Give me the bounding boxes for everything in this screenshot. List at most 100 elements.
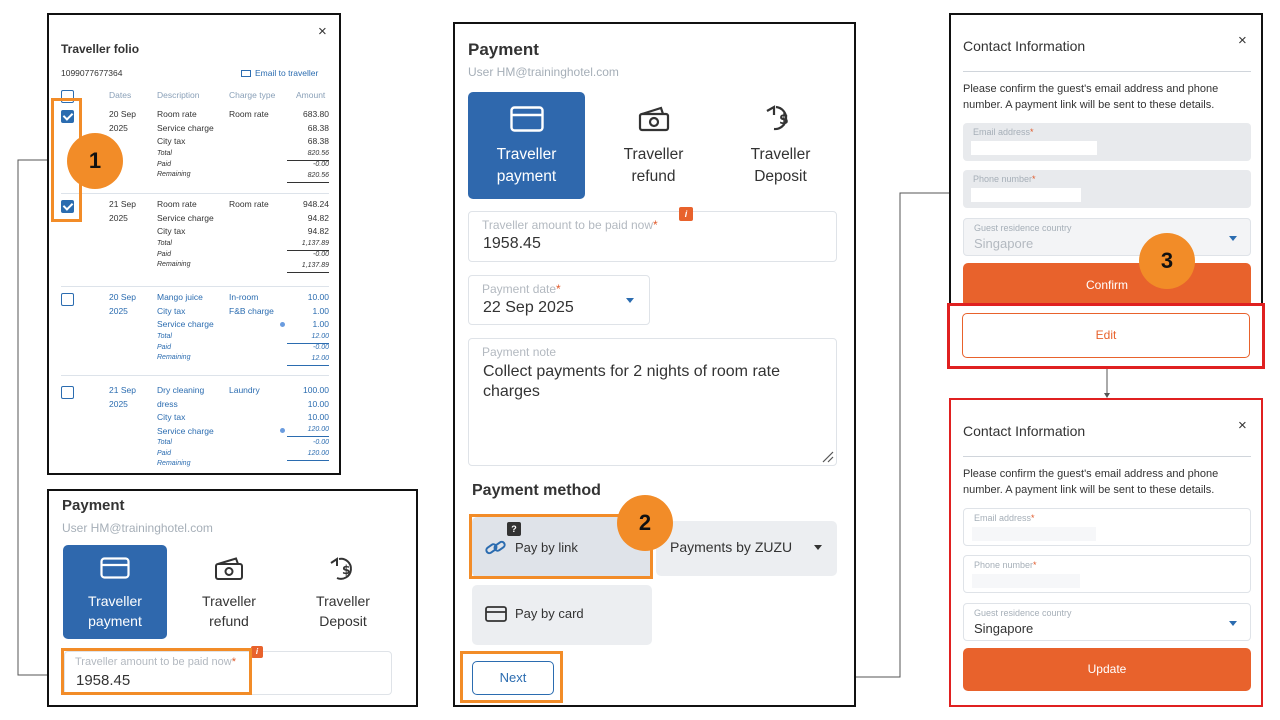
tile-label-line1: Traveller	[202, 593, 256, 609]
amount-value[interactable]: 1958.45	[483, 235, 541, 253]
email-to-traveller-label[interactable]: Email to traveller	[255, 68, 318, 78]
folio-close-icon[interactable]: ×	[318, 23, 327, 40]
row-remaining: 12.00	[287, 354, 329, 366]
payment-note-value[interactable]: Collect payments for 2 nights of room ra…	[483, 362, 823, 402]
payment-date-field[interactable]: Payment date* 22 Sep 2025	[468, 275, 650, 325]
tile-label-line2: refund	[209, 613, 249, 629]
phone-label-text: Phone number	[973, 174, 1033, 184]
contact-close-icon[interactable]: ×	[1238, 417, 1247, 434]
payment-panel: Payment User HM@traininghotel.com Travel…	[453, 22, 856, 707]
tile-label-line2: payment	[88, 613, 142, 629]
phone-label-text: Phone number	[974, 560, 1034, 570]
amount-field[interactable]: Traveller amount to be paid now* 1958.45	[468, 211, 837, 262]
pay-by-card-button[interactable]: Pay by card	[472, 585, 652, 645]
info-icon[interactable]: i	[251, 646, 263, 658]
update-button[interactable]: Update	[963, 648, 1251, 691]
row-paid: -0.00	[313, 344, 329, 351]
row-description: Dry cleaning dress City tax Service char…	[157, 385, 214, 436]
row-description: Mango juice City tax Service charge	[157, 292, 214, 329]
row-charge-type: In-room F&B charge	[229, 292, 274, 316]
email-value-redacted	[971, 141, 1097, 155]
row-amounts: 100.00 10.00 10.00	[303, 385, 329, 422]
payment-date-value[interactable]: 22 Sep 2025	[483, 299, 574, 317]
edit-button[interactable]: Edit	[962, 313, 1250, 358]
folio-row: 21 Sep 2025 Room rate Service charge Cit…	[61, 197, 329, 287]
chevron-down-icon[interactable]	[1229, 236, 1237, 241]
row-checkbox[interactable]	[61, 293, 74, 306]
country-select[interactable]: Guest residence country Singapore	[963, 218, 1251, 256]
country-select[interactable]: Guest residence country Singapore	[963, 603, 1251, 641]
row-total: 820.56	[287, 149, 329, 161]
payment-method-title: Payment method	[472, 482, 601, 499]
required-marker: *	[652, 218, 658, 232]
country-label: Guest residence country	[974, 608, 1072, 618]
email-field[interactable]: Email address*	[963, 508, 1251, 546]
contact-close-icon[interactable]: ×	[1238, 32, 1247, 49]
email-label-text: Email address	[973, 127, 1031, 137]
phone-value-redacted[interactable]	[972, 574, 1080, 588]
row-date: 20 Sep 2025	[109, 292, 136, 316]
row-marker-dot	[280, 322, 285, 327]
payment-note-label: Payment note	[482, 345, 557, 359]
contact-separator	[963, 456, 1251, 457]
tile-traveller-deposit[interactable]: $ Traveller Deposit	[722, 92, 839, 199]
phone-label: Phone number*	[974, 560, 1037, 570]
tile-traveller-payment[interactable]: Traveller payment	[468, 92, 585, 199]
tile-traveller-refund[interactable]: Traveller refund	[177, 545, 281, 639]
tile-label-line1: Traveller	[496, 146, 557, 163]
tile-traveller-deposit[interactable]: $ Traveller Deposit	[291, 545, 395, 639]
tile-label-line1: Traveller	[623, 146, 684, 163]
contact-description-line1: Please confirm the guest's email address…	[963, 83, 1219, 95]
row-description: Room rate Service charge City tax	[157, 109, 214, 146]
chevron-down-icon[interactable]	[626, 298, 634, 303]
email-label: Email address*	[974, 513, 1035, 523]
row-charge-type: Room rate	[229, 199, 269, 209]
row-paid: -0.00	[313, 439, 329, 446]
chevron-down-icon[interactable]	[1229, 621, 1237, 626]
card-icon	[485, 606, 507, 622]
email-to-traveller-link[interactable]: Email to traveller	[241, 68, 318, 78]
amount-label-text: Traveller amount to be paid now	[482, 218, 653, 232]
envelope-icon	[241, 70, 251, 77]
row-remaining: 820.56	[287, 171, 329, 183]
row-checkbox[interactable]	[61, 386, 74, 399]
folio-account-number: 1099077677364	[61, 68, 123, 78]
payment-provider-select[interactable]: Payments by ZUZU	[656, 521, 837, 576]
country-label: Guest residence country	[974, 223, 1072, 233]
header-amount: Amount	[296, 90, 326, 100]
payment-user: User HM@traininghotel.com	[468, 65, 619, 79]
next-highlight	[460, 651, 563, 703]
info-icon[interactable]: i	[679, 207, 693, 221]
row-summary-labels: Total Paid Remaining	[157, 439, 191, 467]
tile-traveller-refund[interactable]: Traveller refund	[595, 92, 712, 199]
phone-field[interactable]: Phone number*	[963, 555, 1251, 593]
amount-highlight	[61, 648, 252, 695]
step-3-marker: 3	[1139, 233, 1195, 289]
contact-description-line2: number. A payment link will be sent to t…	[963, 99, 1215, 111]
row-paid: -0.00	[313, 161, 329, 168]
cash-icon	[215, 557, 243, 580]
contact-title: Contact Information	[963, 423, 1086, 439]
contact-separator	[963, 71, 1251, 72]
phone-label: Phone number*	[973, 174, 1036, 184]
row-remaining: 120.00	[287, 449, 329, 461]
row-paid: -0.00	[313, 251, 329, 258]
row-summary-labels: Total Paid Remaining	[157, 333, 191, 361]
chevron-down-icon[interactable]	[814, 545, 822, 550]
confirm-button[interactable]: Confirm	[963, 263, 1251, 305]
row-remaining: 1,137.89	[287, 261, 329, 273]
email-label-text: Email address	[974, 513, 1032, 523]
tile-traveller-payment[interactable]: Traveller payment	[63, 545, 167, 639]
cash-icon	[638, 106, 669, 132]
row-total: 12.00	[287, 332, 329, 344]
amount-label: Traveller amount to be paid now*	[482, 218, 658, 232]
row-amounts: 948.24 94.82 94.82	[303, 199, 329, 236]
tile-label-line1: Traveller	[750, 146, 811, 163]
payment-note-field[interactable]: Payment note Collect payments for 2 nigh…	[468, 338, 837, 466]
payment-provider-label: Payments by ZUZU	[670, 539, 793, 555]
tile-label-line1: Traveller	[316, 593, 370, 609]
row-date: 21 Sep 2025	[109, 385, 136, 409]
email-value-redacted[interactable]	[972, 527, 1096, 541]
row-charge-type: Laundry	[229, 385, 260, 395]
resize-handle-icon[interactable]	[822, 451, 834, 463]
